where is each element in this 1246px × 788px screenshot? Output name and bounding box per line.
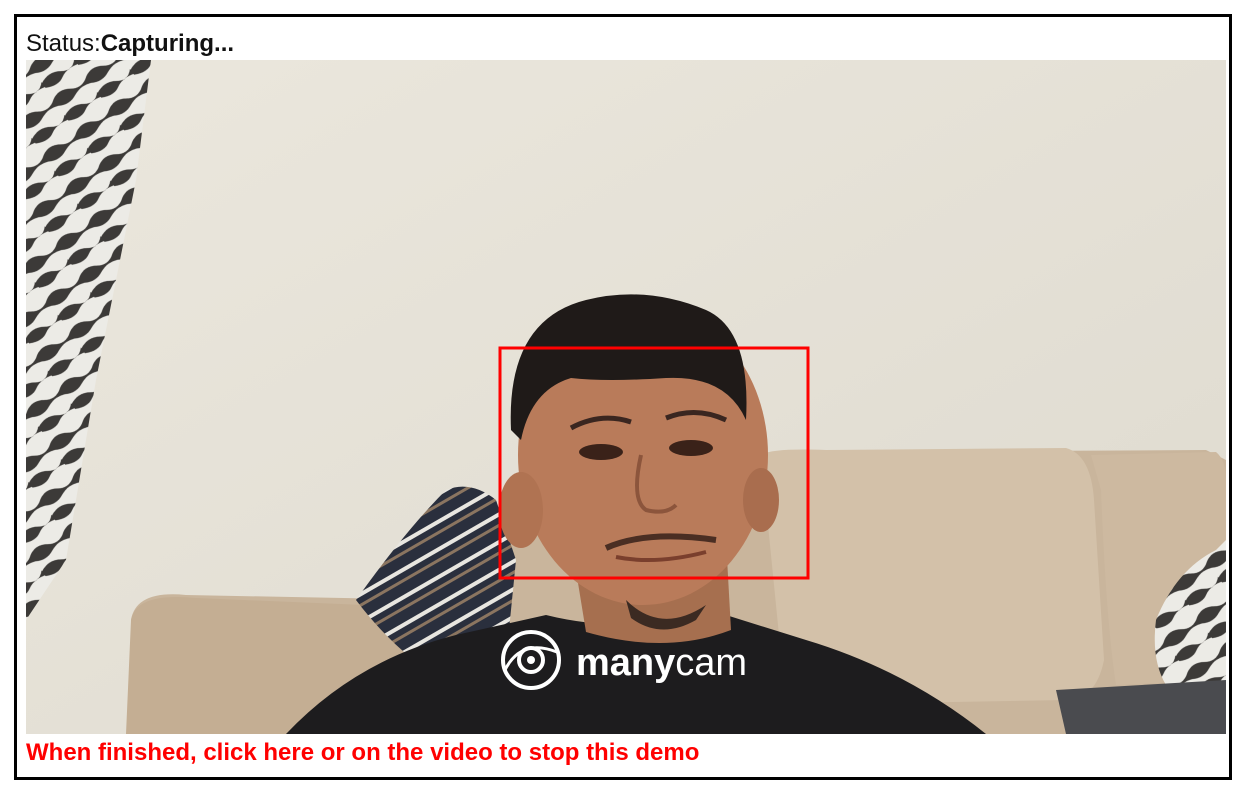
status-value: Capturing... [100, 30, 235, 57]
watermark-text-light: cam [675, 642, 747, 684]
stop-demo-link[interactable]: When finished, click here or on the vide… [26, 737, 699, 769]
demo-frame: Status:Capturing... manycam When finishe… [14, 14, 1232, 780]
webcam-video[interactable]: manycam [26, 60, 1226, 734]
svg-text:manycam: manycam [576, 642, 747, 684]
status-line: Status:Capturing... [26, 29, 234, 59]
watermark-text-bold: many [576, 642, 675, 684]
status-label: Status: [26, 30, 101, 57]
